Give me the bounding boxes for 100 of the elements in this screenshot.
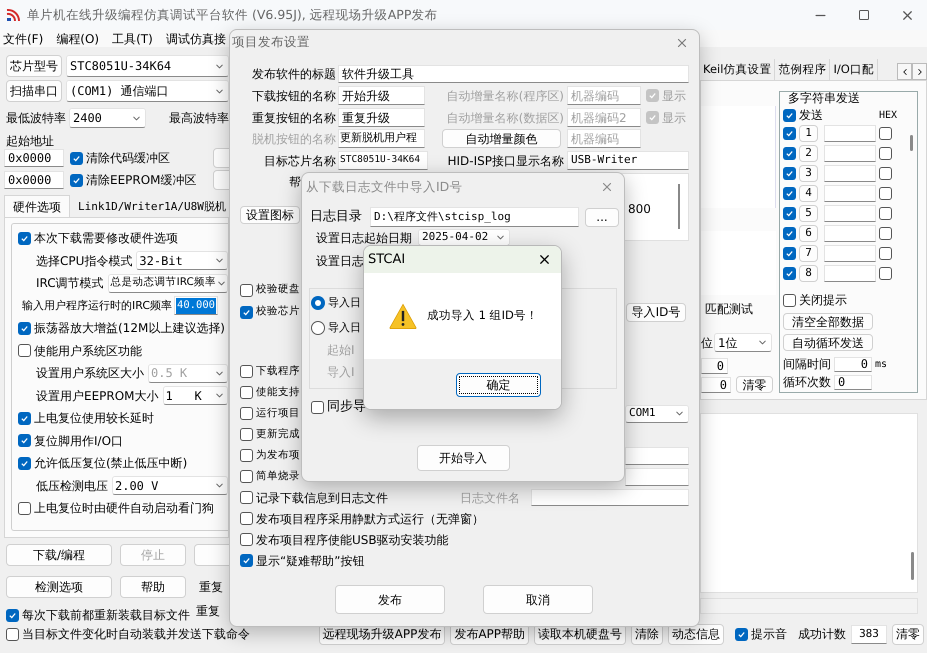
- label: 自动增量名称(数据区): [446, 110, 564, 126]
- dropdown[interactable]: 2400: [69, 108, 146, 128]
- checkbox-label: 显示“疑难帮助”按钮: [256, 552, 364, 570]
- dropdown[interactable]: 2.00 V: [112, 476, 228, 496]
- text-field[interactable]: STC8051U-34K64: [338, 151, 428, 170]
- checkbox-label: 当目标文件变化时自动装载并发送下载命令: [22, 626, 250, 643]
- button[interactable]: 开始导入: [416, 445, 510, 471]
- checkbox-label: 提示音: [751, 626, 787, 643]
- text-field[interactable]: D:\程序文件\stcisp_log: [370, 207, 579, 227]
- menu-item[interactable]: 编程(O): [56, 30, 100, 48]
- dropdown[interactable]: 总是动态调节IRC频率: [108, 274, 228, 293]
- button[interactable]: 清零: [736, 376, 773, 393]
- label: ms: [875, 358, 888, 372]
- label: 最高波特率: [169, 110, 229, 127]
- dropdown[interactable]: 1 K: [162, 386, 228, 406]
- checkbox-label: 校验硬盘: [256, 282, 300, 298]
- menu-item[interactable]: 调试仿真接: [166, 30, 226, 48]
- button[interactable]: 检测选项: [6, 576, 112, 598]
- label: 导入日: [328, 294, 361, 311]
- tab[interactable]: 硬件选项: [4, 195, 70, 217]
- label: 目标芯片名称: [263, 152, 336, 170]
- label: 设置用户EEPROM大小: [36, 388, 159, 405]
- label: 自动增量名称(程序区): [446, 88, 564, 104]
- button[interactable]: 清空全部数据: [783, 313, 873, 330]
- checkbox-label: 使能支持: [256, 384, 300, 400]
- label: 帮: [288, 174, 301, 191]
- menu-item[interactable]: 文件(F): [3, 30, 44, 48]
- button[interactable]: 7: [799, 244, 818, 262]
- checkbox-label: 每次下载前都重新装载目标文件: [22, 607, 190, 624]
- label: 成功计数: [798, 626, 846, 643]
- checkbox-label: 复位脚用作I/O口: [34, 432, 124, 450]
- checkbox-label: 振荡器放大增益(12M以上建议选择): [34, 320, 225, 338]
- text-field[interactable]: 0: [834, 374, 872, 390]
- text-field[interactable]: 0: [701, 376, 731, 392]
- button[interactable]: 发布: [335, 585, 445, 614]
- dropdown[interactable]: 2025-04-02: [418, 229, 510, 246]
- button[interactable]: 导入ID号: [626, 302, 686, 322]
- button[interactable]: 自动循环发送: [783, 334, 873, 351]
- button[interactable]: 4: [799, 184, 818, 202]
- dialog-title: STCAI: [368, 250, 406, 269]
- button[interactable]: 1: [799, 124, 818, 142]
- label: 输入用户程序运行时的IRC频率: [22, 298, 172, 314]
- checkbox-label: 上电复位时由硬件自动启动看门狗: [34, 500, 214, 518]
- text-field[interactable]: USB-Writer: [567, 151, 689, 170]
- message-text: 成功导入 1 组ID号！: [427, 307, 538, 324]
- dropdown[interactable]: (COM1) 通信端口: [66, 80, 229, 102]
- button[interactable]: 清零: [892, 624, 924, 644]
- button[interactable]: 5: [799, 204, 818, 222]
- button[interactable]: 3: [799, 164, 818, 182]
- label: 多字符串发送: [788, 90, 861, 107]
- label: HEX: [878, 108, 897, 122]
- dropdown[interactable]: 32-Bit: [136, 251, 228, 270]
- button[interactable]: 动态信息: [668, 624, 724, 644]
- text-field[interactable]: 0x0000: [4, 149, 64, 167]
- chip-type-button[interactable]: 芯片型号: [6, 55, 62, 77]
- menu-item[interactable]: 工具(T): [112, 30, 153, 48]
- checkbox-label: 显示: [662, 110, 686, 126]
- text-field[interactable]: 0x0000: [4, 171, 64, 189]
- button[interactable]: 确定: [456, 373, 541, 397]
- label: 匹配测试: [704, 301, 754, 318]
- checkbox-label: 发布项目程序采用静默方式运行（无弹窗）: [256, 510, 484, 528]
- scan-port-button[interactable]: 扫描串口: [6, 80, 62, 102]
- label: 日志文件名: [460, 490, 520, 506]
- text-field[interactable]: 重复升级: [338, 108, 425, 127]
- button[interactable]: 下载/编程: [6, 544, 112, 566]
- button[interactable]: 6: [799, 224, 818, 242]
- checkbox-label: 发布项目程序使能USB驱动安装功能: [256, 532, 449, 548]
- label: 间隔时间: [783, 356, 831, 373]
- dropdown[interactable]: COM1: [625, 404, 689, 422]
- label: 位: [701, 334, 713, 352]
- label: 选择CPU指令模式: [36, 252, 132, 270]
- label: 设置日志: [316, 253, 364, 270]
- text-field[interactable]: 开始升级: [338, 86, 425, 105]
- button[interactable]: ...: [585, 208, 619, 226]
- label: 导入日: [328, 320, 361, 336]
- dropdown[interactable]: STC8051U-34K64: [66, 55, 229, 77]
- button[interactable]: 帮助: [120, 576, 186, 598]
- text-field[interactable]: 383: [851, 624, 887, 644]
- tab[interactable]: Link1D/Writer1A/U8W脱机: [70, 198, 229, 217]
- button[interactable]: 自动增量颜色: [442, 129, 561, 148]
- label: 设置日志起始日期: [316, 230, 412, 246]
- button[interactable]: 2: [799, 144, 818, 162]
- help-text: 800: [628, 202, 651, 216]
- label: 发布软件的标题: [251, 66, 336, 83]
- dialog-title: 项目发布设置: [232, 33, 310, 52]
- checkbox-label: 为发布项: [256, 448, 300, 463]
- text-field[interactable]: 0: [701, 358, 728, 374]
- text-field[interactable]: 0: [834, 356, 872, 372]
- text-field[interactable]: 更新脱机用户程: [338, 129, 425, 148]
- text-field[interactable]: 软件升级工具: [338, 65, 689, 83]
- button[interactable]: 8: [799, 264, 818, 282]
- button[interactable]: 设置图标: [240, 206, 300, 224]
- label: 最低波特率: [6, 110, 66, 127]
- text-field[interactable]: 40.000: [174, 296, 218, 316]
- dropdown[interactable]: 1位: [714, 333, 772, 352]
- label: 设置用户系统区大小: [36, 365, 144, 382]
- checkbox-label: 清除EEPROM缓冲区: [86, 172, 197, 189]
- checkbox-label: 校验芯片: [256, 304, 300, 320]
- button[interactable]: 取消: [483, 585, 593, 614]
- dialog-title: 从下载日志文件中导入ID号: [306, 178, 462, 196]
